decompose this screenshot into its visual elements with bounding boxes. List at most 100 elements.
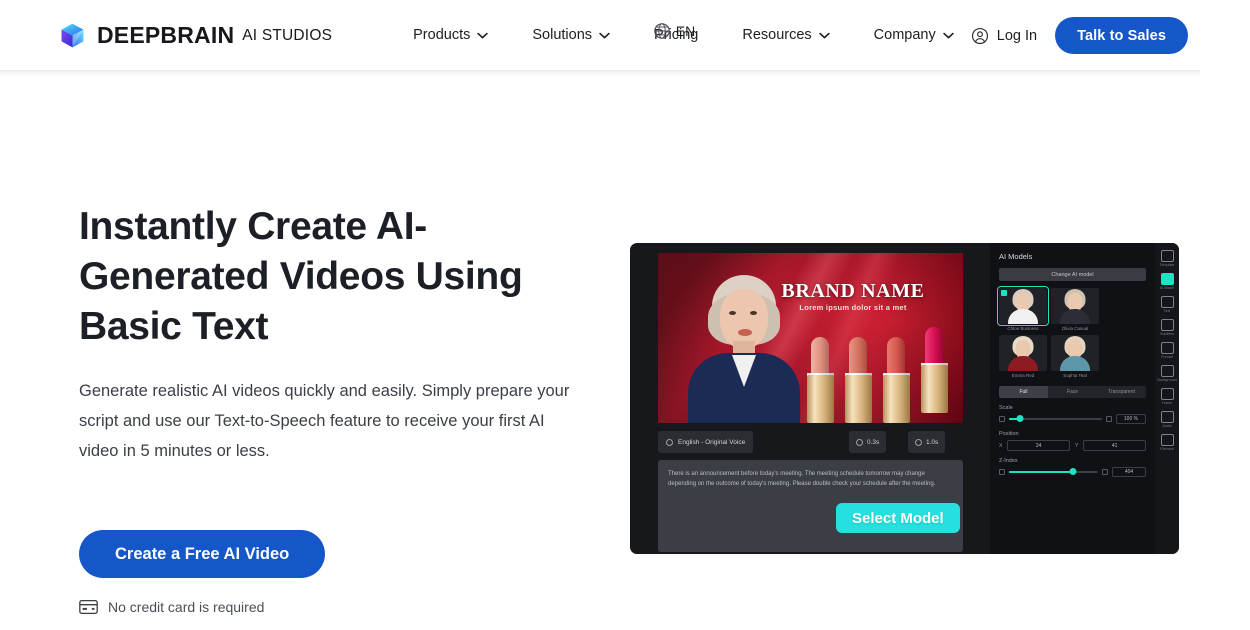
- rail-item-subtitles[interactable]: Subtitles: [1156, 319, 1178, 337]
- model-name: Sophia Teal: [1063, 373, 1087, 378]
- position-y-axis: Y: [1075, 442, 1079, 449]
- position-x-axis: X: [999, 442, 1003, 449]
- create-free-ai-video-button[interactable]: Create a Free AI Video: [79, 530, 326, 578]
- scale-control: 100 %: [999, 414, 1146, 424]
- model-card[interactable]: Emma Red: [999, 335, 1047, 378]
- chevron-down-icon: [477, 32, 489, 38]
- header-actions: EN Log In Talk to Sales: [654, 0, 1188, 71]
- hero-subcopy: Generate realistic AI videos quickly and…: [79, 382, 570, 460]
- rail-item-background[interactable]: Background: [1156, 365, 1178, 383]
- position-x-input[interactable]: 24: [1007, 440, 1070, 451]
- subtitles-icon: [1160, 319, 1174, 331]
- model-card[interactable]: Chloe Business: [997, 286, 1049, 331]
- nav-label: Company: [873, 27, 936, 43]
- rail-item-template[interactable]: Template: [1156, 250, 1178, 268]
- language-selector[interactable]: EN: [653, 22, 695, 40]
- editor-canvas-area: BRAND NAME Lorem ipsum dolor sit a met E…: [630, 243, 990, 554]
- selected-check-icon: [1001, 290, 1007, 296]
- language-label: EN: [675, 23, 696, 39]
- position-y-input[interactable]: 41: [1083, 440, 1146, 451]
- globe-icon: [654, 23, 670, 39]
- duration-chip-start[interactable]: 0.3s: [849, 431, 887, 453]
- preview-toolbar: English - Original Voice 0.3s 1.0s: [658, 431, 963, 453]
- model-card[interactable]: Sophia Teal: [1051, 335, 1099, 378]
- brand-suffix: AI STUDIOS: [242, 27, 333, 44]
- rail-item-audio[interactable]: Audio: [1156, 411, 1178, 429]
- waveform-icon: [666, 438, 673, 446]
- duration-label: 1.0s: [926, 438, 939, 446]
- nav-label: Resources: [742, 27, 812, 43]
- tab-face[interactable]: Face: [1048, 386, 1097, 398]
- layers-icon: [999, 469, 1005, 475]
- nav-item-products[interactable]: Products: [391, 15, 510, 55]
- voice-label: English - Original Voice: [678, 438, 746, 446]
- template-icon: [1160, 250, 1174, 262]
- login-label: Log In: [996, 27, 1038, 44]
- model-name: Chloe Business: [1007, 326, 1039, 331]
- hero-copy: Instantly Create AI-Generated Videos Usi…: [79, 202, 599, 615]
- nav-item-solutions[interactable]: Solutions: [510, 15, 632, 55]
- position-label: Position: [999, 431, 1019, 437]
- no-credit-card-label: No credit card is required: [108, 599, 265, 615]
- rail-item-format[interactable]: Format: [1156, 342, 1178, 360]
- scale-value[interactable]: 100 %: [1116, 414, 1146, 424]
- lipstick-product-image: [801, 305, 961, 423]
- stage-brand-title: BRAND NAME: [781, 280, 925, 302]
- duration-chip-end[interactable]: 1.0s: [908, 431, 946, 453]
- nav-item-resources[interactable]: Resources: [720, 15, 851, 55]
- talk-to-sales-button[interactable]: Talk to Sales: [1055, 17, 1188, 54]
- editor-side-rail: Template AI Model Text Subtitles Format …: [1155, 243, 1179, 554]
- model-name: Olivia Casual: [1061, 326, 1089, 331]
- z-index-control: 404: [999, 467, 1146, 477]
- model-name: Emma Red: [1011, 373, 1035, 378]
- page-title: Instantly Create AI-Generated Videos Usi…: [79, 205, 523, 348]
- duration-label: 0.3s: [867, 438, 880, 446]
- nav-label: Solutions: [532, 27, 593, 43]
- chevron-down-icon: [599, 32, 610, 38]
- no-credit-card-note: No credit card is required: [79, 599, 599, 615]
- login-button[interactable]: Log In: [953, 27, 1055, 45]
- product-screenshot: BRAND NAME Lorem ipsum dolor sit a met E…: [630, 243, 1179, 554]
- rail-item-frame[interactable]: Frame: [1156, 388, 1178, 406]
- brand-name: DEEPBRAIN: [97, 21, 235, 48]
- panel-title: AI Models: [999, 252, 1033, 261]
- ai-model-icon: [1160, 273, 1174, 285]
- user-circle-icon: [971, 27, 988, 44]
- credit-card-icon: [79, 600, 98, 614]
- image-icon: [1160, 342, 1174, 354]
- rail-item-element[interactable]: Element: [1156, 434, 1178, 452]
- background-icon: [1160, 365, 1174, 377]
- voice-selector[interactable]: English - Original Voice: [658, 431, 754, 453]
- chevron-down-icon: [818, 32, 830, 38]
- clock-icon: [915, 438, 922, 446]
- scale-label: Scale: [999, 405, 1013, 411]
- nav-label: Products: [413, 27, 471, 43]
- reset-icon[interactable]: [1102, 469, 1108, 475]
- scale-slider[interactable]: [1009, 415, 1102, 422]
- model-card[interactable]: Olivia Casual: [1051, 288, 1099, 331]
- lock-icon: [999, 416, 1005, 422]
- brand-logo[interactable]: DEEPBRAIN AI STUDIOS: [59, 22, 332, 49]
- audio-icon: [1160, 411, 1174, 423]
- clock-icon: [856, 438, 863, 446]
- frame-icon: [1160, 388, 1174, 400]
- change-ai-model-button[interactable]: Change AI model: [999, 268, 1146, 281]
- site-header: DEEPBRAIN AI STUDIOS Products Solutions …: [0, 0, 1200, 77]
- model-view-tabs: Full Face Transparent: [999, 386, 1146, 398]
- cube-logo-icon: [59, 22, 86, 49]
- select-model-button[interactable]: Select Model: [836, 503, 960, 533]
- reset-icon[interactable]: [1106, 416, 1112, 422]
- rail-item-ai-model[interactable]: AI Model: [1156, 273, 1178, 291]
- rail-item-text[interactable]: Text: [1156, 296, 1178, 314]
- video-preview-stage[interactable]: BRAND NAME Lorem ipsum dolor sit a met: [658, 253, 963, 423]
- z-index-value[interactable]: 404: [1112, 467, 1146, 477]
- tab-full[interactable]: Full: [999, 386, 1048, 398]
- z-index-label: Z-Index: [999, 458, 1018, 464]
- ai-models-panel: AI Models Change AI model Chloe Business: [990, 243, 1155, 554]
- element-icon: [1160, 434, 1174, 446]
- position-control: X 24 Y 41: [999, 440, 1146, 451]
- model-grid: Chloe Business Olivia Casual Emma Red So…: [997, 286, 1099, 378]
- text-icon: [1160, 296, 1174, 308]
- tab-transparent[interactable]: Transparent: [1097, 386, 1146, 398]
- z-index-slider[interactable]: [1009, 468, 1098, 475]
